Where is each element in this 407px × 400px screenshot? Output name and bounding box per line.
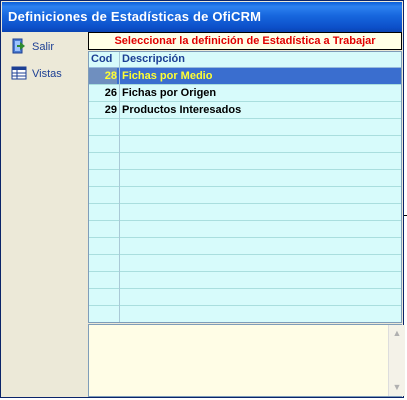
row-descripcion: Fichas por Medio (122, 70, 213, 82)
table-row[interactable]: 28 Fichas por Medio (89, 68, 401, 85)
grid-header: Cod Descripción (89, 52, 401, 68)
exit-label: Salir (32, 41, 55, 53)
column-header-cod[interactable]: Cod (91, 52, 119, 67)
empty-row (89, 272, 401, 289)
notes-scrollbar[interactable]: ▲ ▼ (388, 325, 405, 396)
row-cod: 29 (104, 104, 117, 116)
empty-row (89, 221, 401, 238)
table-row[interactable]: 29 Productos Interesados (89, 102, 401, 119)
empty-row (89, 153, 401, 170)
views-label: Vistas (32, 68, 62, 80)
column-header-descripcion[interactable]: Descripción (122, 52, 185, 67)
scroll-down-icon[interactable]: ▼ (392, 382, 402, 392)
views-button[interactable]: Vistas (11, 63, 62, 85)
statistics-definitions-window: Definiciones de Estadísticas de OfiCRM S… (0, 0, 405, 398)
row-cod: 28 (89, 68, 117, 84)
row-descripcion: Productos Interesados (122, 104, 242, 116)
empty-row (89, 255, 401, 272)
empty-row (89, 170, 401, 187)
column-divider (119, 52, 120, 322)
sidebar: Salir Vistas (5, 32, 87, 396)
statistics-grid[interactable]: Cod Descripción 28 Fichas por Medio 26 F… (88, 51, 402, 323)
empty-row (89, 289, 401, 306)
row-cod: 26 (104, 87, 117, 99)
empty-row (89, 238, 401, 255)
empty-row (89, 119, 401, 136)
scroll-up-icon[interactable]: ▲ (392, 328, 402, 338)
empty-row (89, 204, 401, 221)
table-view-icon (11, 65, 32, 84)
table-row[interactable]: 26 Fichas por Origen (89, 85, 401, 102)
row-descripcion: Fichas por Origen (122, 87, 217, 99)
empty-row (89, 306, 401, 322)
empty-row (89, 136, 401, 153)
selection-banner: Seleccionar la definición de Estadística… (88, 32, 402, 50)
notes-textarea[interactable] (88, 324, 402, 397)
window-title: Definiciones de Estadísticas de OfiCRM (2, 2, 402, 32)
empty-row (89, 187, 401, 204)
exit-button[interactable]: Salir (11, 36, 54, 58)
exit-door-icon (11, 38, 32, 57)
